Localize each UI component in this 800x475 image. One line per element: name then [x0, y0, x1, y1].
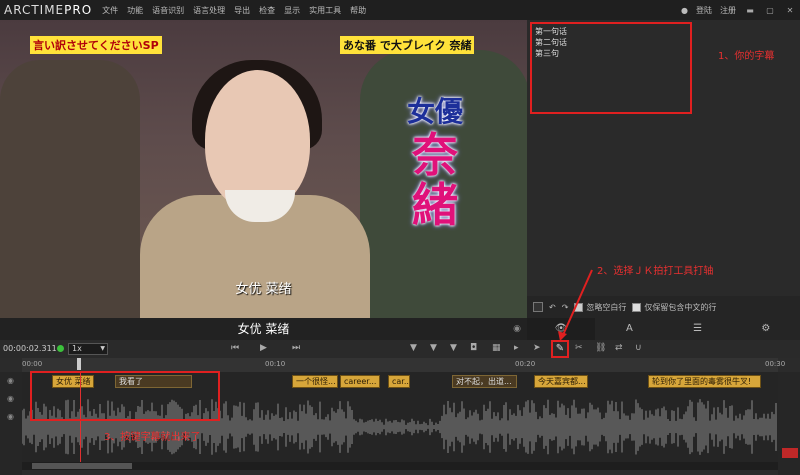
video-caption-big: 奈緒	[412, 128, 458, 232]
grid-icon[interactable]: ▦	[492, 343, 501, 353]
side-tabs: 👁 A ☰ ⚙	[527, 318, 800, 340]
video-subtitle-overlay: 女优 菜绪	[235, 282, 292, 297]
redo-icon[interactable]: ↷	[562, 303, 569, 312]
undo-icon[interactable]: ↶	[549, 303, 556, 312]
time-ruler[interactable]: 00:00 00:10 00:20 00:30	[22, 358, 785, 372]
chevron-down-icon: ▼	[100, 345, 105, 352]
transport-bar: 00:00:02.311 1x ▼ ⏮ ▶ ⏭ ▼ ▼ ▼ ◘ ▦ ▸ ➤ ✂ ⛓…	[0, 340, 800, 358]
ruler-label: 00:10	[265, 360, 286, 368]
ruler-label: 00:00	[22, 360, 43, 368]
subtitle-preview-row: 女优 菜绪 ◉	[0, 318, 527, 340]
menu-language[interactable]: 语言处理	[193, 5, 225, 16]
menu-help[interactable]: 帮助	[350, 5, 366, 16]
close-button[interactable]: ✕	[784, 6, 796, 15]
previous-icon[interactable]: ⏮	[231, 343, 239, 353]
subtitle-clip[interactable]: car...	[388, 375, 410, 388]
scroll-thumb[interactable]	[32, 463, 132, 469]
script-toolbar: ↶ ↷ 忽略空白行 仅保留包含中文的行	[527, 296, 800, 318]
track-headers: ◉ ◉ ◉	[0, 372, 22, 475]
annotation-1: 1、你的字幕	[718, 51, 775, 62]
subtitle-clip[interactable]: 一个很怪...	[292, 375, 338, 388]
register-link[interactable]: 注册	[720, 5, 736, 16]
checkbox-icon	[574, 302, 584, 312]
eye-icon[interactable]: ◉	[7, 376, 14, 385]
select-tool-icon[interactable]: ➤	[533, 343, 541, 353]
app-logo: ARCTIMEPRO	[4, 3, 93, 17]
menu-check[interactable]: 检查	[259, 5, 275, 16]
subtitle-clip[interactable]: career...	[340, 375, 380, 388]
timecode: 00:00:02.311	[3, 344, 57, 353]
playhead-handle[interactable]	[77, 358, 81, 370]
menu-file[interactable]: 文件	[102, 5, 118, 16]
highlight-box	[30, 371, 220, 421]
ruler-label: 00:30	[765, 360, 786, 368]
tab-font[interactable]: A	[595, 318, 663, 340]
video-caption-top: 女優	[406, 95, 463, 128]
menu-function[interactable]: 功能	[127, 5, 143, 16]
user-icon: ●	[681, 5, 688, 15]
more-icon[interactable]: ▸	[514, 343, 519, 353]
subtitle-clip[interactable]: 轮到你了里面的毒雾很牛叉!	[648, 375, 761, 388]
jk-tap-tool-icon[interactable]: ✎	[551, 340, 569, 358]
collapse-icon[interactable]	[533, 302, 543, 312]
cut-tool-icon[interactable]: ✂	[575, 343, 583, 353]
script-text-area[interactable]: 第一句话 第二句话 第三句	[530, 22, 692, 114]
menu-speech-recognition[interactable]: 语音识别	[152, 5, 184, 16]
horizontal-scrollbar[interactable]	[22, 462, 778, 470]
annotation-2: 2、选择ＪＫ拍打工具打轴	[597, 266, 714, 277]
video-preview[interactable]: 言い訳させてくださいSP あな番 で大ブレイク 奈緒 女優 奈緒 女优 菜绪	[0, 20, 527, 318]
marker-out-icon[interactable]: ▼	[450, 343, 457, 353]
minimize-button[interactable]: ▬	[744, 6, 756, 15]
title-right-group: ● 登陆 注册 ▬ ▢ ✕	[681, 0, 796, 20]
eye-icon[interactable]: ◉	[513, 318, 521, 340]
video-big-caption: 女優 奈緒	[395, 90, 475, 230]
subtitle-clip[interactable]: 对不起，出道...	[452, 375, 517, 388]
menu-display[interactable]: 显示	[284, 5, 300, 16]
keep-chinese-option[interactable]: 仅保留包含中文的行	[632, 302, 716, 313]
video-face	[205, 70, 310, 210]
subtitle-preview-text: 女优 菜绪	[237, 322, 290, 336]
script-line: 第三句	[535, 49, 559, 58]
status-dot-icon	[57, 345, 64, 352]
tab-list[interactable]: ☰	[664, 318, 732, 340]
subtitle-clip[interactable]: 今天嘉宾都...	[534, 375, 588, 388]
marker-in-icon[interactable]: ▼	[430, 343, 437, 353]
title-bar: ARCTIMEPRO 文件 功能 语音识别 语言处理 导出 检查 显示 实用工具…	[0, 0, 800, 20]
ignore-blank-option[interactable]: 忽略空白行	[574, 302, 626, 313]
video-banner-left: 言い訳させてくださいSP	[30, 36, 162, 54]
zoom-marker[interactable]	[782, 448, 798, 458]
tab-view[interactable]: 👁	[527, 318, 596, 340]
checkbox-icon	[632, 302, 642, 312]
menu-export[interactable]: 导出	[234, 5, 250, 16]
swap-tool-icon[interactable]: ⇄	[615, 343, 623, 353]
next-icon[interactable]: ⏭	[292, 343, 300, 353]
play-icon[interactable]: ▶	[260, 343, 267, 353]
vertical-scrollbar[interactable]	[778, 372, 800, 475]
speed-select[interactable]: 1x ▼	[68, 343, 108, 355]
eye-icon[interactable]: ◉	[7, 394, 14, 403]
script-line: 第一句话	[535, 27, 567, 36]
annotation-3: 3、按键字幕就出来了	[104, 432, 201, 443]
maximize-button[interactable]: ▢	[764, 6, 776, 15]
camera-icon[interactable]: ◘	[470, 343, 477, 353]
app-window: ARCTIMEPRO 文件 功能 语音识别 语言处理 导出 检查 显示 实用工具…	[0, 0, 800, 475]
login-link[interactable]: 登陆	[696, 5, 712, 16]
link-tool-icon[interactable]: ⛓	[595, 343, 606, 353]
marker-icon[interactable]: ▼	[410, 343, 417, 353]
tab-settings[interactable]: ⚙	[732, 318, 800, 340]
magnet-tool-icon[interactable]: ∪	[635, 343, 642, 353]
eye-icon[interactable]: ◉	[7, 412, 14, 421]
menu-tools[interactable]: 实用工具	[309, 5, 341, 16]
video-banner-right: あな番 で大ブレイク 奈緒	[340, 36, 475, 54]
script-line: 第二句话	[535, 38, 567, 47]
ruler-label: 00:20	[515, 360, 536, 368]
